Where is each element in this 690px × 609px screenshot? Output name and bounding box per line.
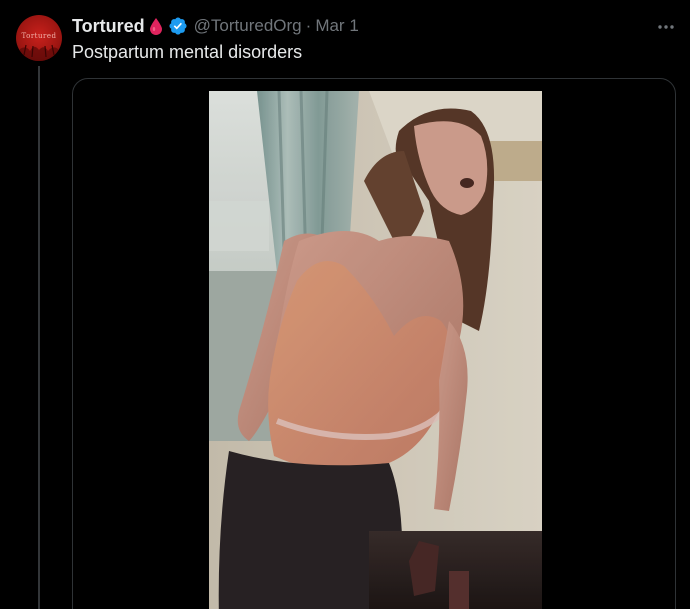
more-options-button[interactable] [654, 16, 678, 36]
separator-dot: · [305, 16, 312, 35]
more-horizontal-icon [657, 17, 675, 35]
thread-line [38, 66, 40, 609]
avatar-logo-text: Tortured [21, 32, 57, 40]
drop-of-blood-icon [149, 17, 162, 35]
tweet-text: Postpartum mental disorders [72, 42, 303, 62]
tweet-date[interactable]: Mar 1 [315, 16, 358, 36]
display-name[interactable]: Tortured [72, 16, 145, 37]
verified-badge-icon[interactable] [168, 16, 188, 36]
video-player[interactable] [209, 91, 542, 609]
tweet[interactable]: Tortured Tortured @TorturedOrg · Mar 1 P… [0, 0, 690, 609]
user-handle[interactable]: @TorturedOrg [194, 16, 302, 36]
tweet-header: Tortured @TorturedOrg · Mar 1 [72, 14, 359, 38]
video-still-image [209, 91, 542, 609]
avatar[interactable]: Tortured [16, 15, 62, 61]
media-card[interactable] [72, 78, 676, 609]
